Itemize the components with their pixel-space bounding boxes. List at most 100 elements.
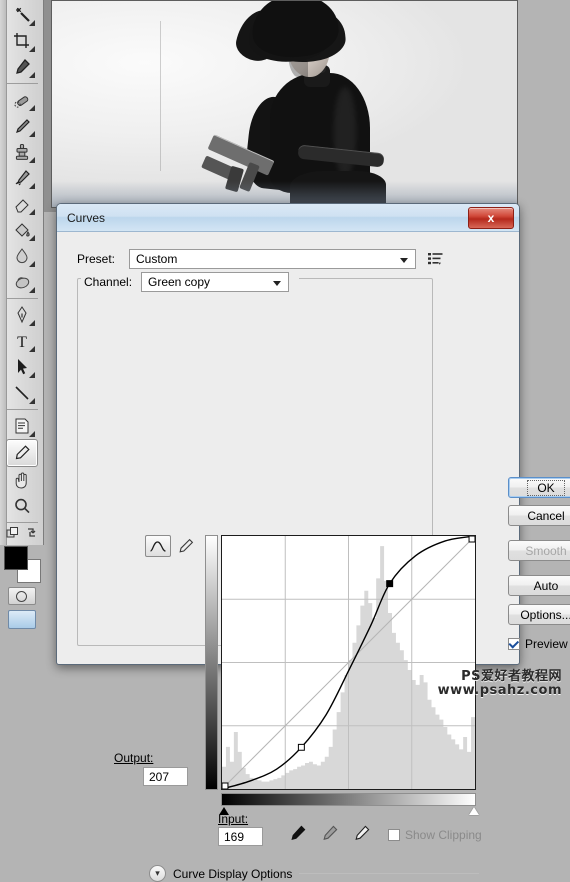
quick-mask-icon <box>16 590 27 602</box>
tool-expand-triangle[interactable] <box>28 372 35 378</box>
curve-control-point[interactable] <box>298 744 304 750</box>
preset-row: Preset: Custom <box>77 249 492 269</box>
curve-point-tool[interactable] <box>145 535 171 557</box>
set-black-point-eyedropper[interactable] <box>289 824 307 845</box>
curves-graph-area <box>205 535 479 815</box>
pen-tool[interactable] <box>7 302 37 328</box>
tool-expand-triangle[interactable] <box>28 209 35 215</box>
tool-expand-triangle[interactable] <box>28 320 35 326</box>
tool-expand-triangle[interactable] <box>28 235 35 241</box>
section-divider <box>299 873 479 874</box>
paint-bucket-tool[interactable] <box>7 217 37 243</box>
preview-row[interactable]: Preview <box>508 637 568 651</box>
document-canvas[interactable] <box>51 0 518 208</box>
show-clipping-checkbox[interactable] <box>388 829 400 841</box>
dialog-title: Curves <box>67 210 106 225</box>
path-selection-tool[interactable] <box>7 354 37 380</box>
healing-brush-tool[interactable] <box>7 87 37 113</box>
curve-control-point[interactable] <box>469 536 475 542</box>
cancel-button[interactable]: Cancel <box>508 505 570 526</box>
curves-dialog[interactable]: Curves x Preset: Custom Channel: Green c… <box>56 203 570 882</box>
auto-button[interactable]: Auto <box>508 575 570 596</box>
smooth-button: Smooth <box>508 540 570 561</box>
dialog-titlebar[interactable]: Curves x <box>57 204 519 232</box>
eyedropper-buttons <box>289 824 371 845</box>
color-helper-icons[interactable] <box>5 526 39 540</box>
tool-expand-triangle[interactable] <box>28 261 35 267</box>
ok-button[interactable]: OK <box>508 477 570 498</box>
tool-expand-triangle[interactable] <box>28 287 35 293</box>
curve-display-options-row[interactable]: ▾ Curve Display Options <box>149 865 479 882</box>
curve-control-point[interactable] <box>387 581 393 587</box>
toolbar-divider <box>5 83 38 84</box>
output-gradient-bar <box>205 535 218 790</box>
clone-stamp-tool[interactable] <box>7 139 37 165</box>
tool-expand-triangle[interactable] <box>28 131 35 137</box>
hand-tool[interactable] <box>7 467 37 493</box>
eyedropper-tool-top[interactable] <box>7 54 37 80</box>
zoom-tool[interactable] <box>7 493 37 519</box>
pencil-draw-tool[interactable] <box>175 536 197 556</box>
curve-edit-tools <box>145 535 197 557</box>
tool-expand-triangle[interactable] <box>28 346 35 352</box>
color-swatches[interactable] <box>3 546 41 583</box>
brush-tool[interactable] <box>7 113 37 139</box>
watermark: PS爱好者教程网 www.psahz.com <box>438 669 562 698</box>
quick-mask-toggle[interactable] <box>7 587 36 605</box>
workspace-right-background <box>527 0 570 212</box>
chevron-down-icon[interactable]: ▾ <box>149 865 166 882</box>
document-window-edge <box>518 0 527 212</box>
tool-expand-triangle[interactable] <box>28 431 35 437</box>
photoshop-toolbar[interactable]: T <box>0 0 44 629</box>
preview-checkbox[interactable] <box>508 638 520 650</box>
tool-expand-triangle[interactable] <box>28 157 35 163</box>
tool-expand-triangle[interactable] <box>28 398 35 404</box>
eyedropper-tool[interactable] <box>5 439 38 467</box>
curve-control-point[interactable] <box>222 783 228 789</box>
svg-text:T: T <box>17 334 27 351</box>
show-clipping-row[interactable]: Show Clipping <box>388 828 482 842</box>
crop-tool[interactable] <box>7 28 37 54</box>
options-button[interactable]: Options... <box>508 604 570 625</box>
chevron-down-icon[interactable] <box>400 258 408 263</box>
preset-select[interactable]: Custom <box>129 249 416 269</box>
history-brush-tool[interactable] <box>7 165 37 191</box>
blur-tool[interactable] <box>7 243 37 269</box>
notes-tool[interactable] <box>7 413 37 439</box>
show-clipping-label: Show Clipping <box>405 828 482 842</box>
curve-plot[interactable] <box>222 536 475 789</box>
tool-expand-triangle[interactable] <box>28 72 35 78</box>
type-tool[interactable]: T <box>7 328 37 354</box>
document-window[interactable] <box>44 0 527 212</box>
screen-mode-button[interactable] <box>7 610 36 629</box>
photo-image <box>52 1 517 207</box>
tool-expand-triangle[interactable] <box>28 46 35 52</box>
set-gray-point-eyedropper[interactable] <box>321 824 339 845</box>
output-input[interactable]: 207 <box>143 767 188 786</box>
eraser-tool[interactable] <box>7 191 37 217</box>
magic-wand-tool[interactable] <box>7 2 37 28</box>
wall-seam <box>160 21 161 171</box>
output-label: Output: <box>114 751 154 765</box>
ok-button-label: OK <box>527 479 565 496</box>
dodge-tool[interactable] <box>7 269 37 295</box>
tool-expand-triangle[interactable] <box>28 183 35 189</box>
tool-expand-triangle[interactable] <box>28 20 35 26</box>
channel-row: Channel: Green copy <box>84 272 289 292</box>
close-icon[interactable]: x <box>468 207 514 229</box>
toolbar-divider <box>5 522 38 523</box>
foreground-color-swatch[interactable] <box>3 546 28 570</box>
toolbar-divider <box>5 298 38 299</box>
preset-list-icon[interactable] <box>427 251 443 267</box>
chevron-down-icon[interactable] <box>273 281 281 286</box>
tool-expand-triangle[interactable] <box>28 105 35 111</box>
input-label: Input: <box>218 812 249 826</box>
channel-select[interactable]: Green copy <box>141 272 289 292</box>
line-tool[interactable] <box>7 380 37 406</box>
input-input[interactable]: 169 <box>218 827 263 846</box>
curve-canvas[interactable] <box>221 535 476 790</box>
set-white-point-eyedropper[interactable] <box>353 824 371 845</box>
preview-label: Preview <box>525 637 568 651</box>
white-point-slider[interactable] <box>469 807 479 815</box>
preset-label: Preset: <box>77 252 116 266</box>
